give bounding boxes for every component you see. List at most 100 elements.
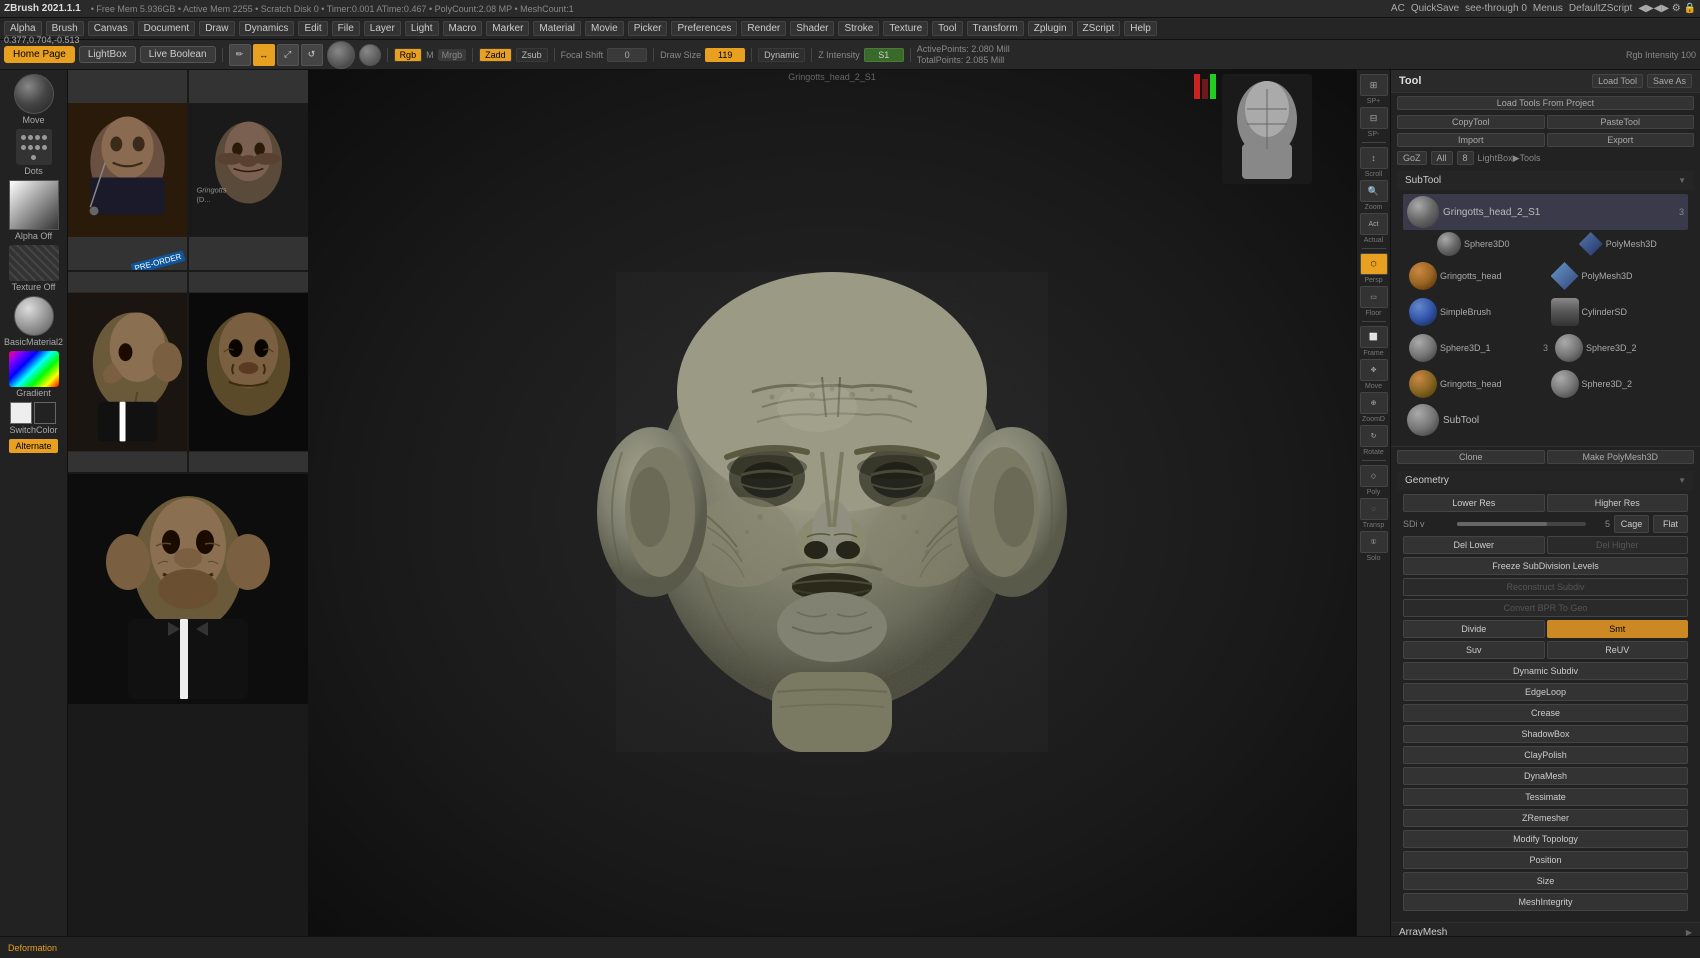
- freeze-subdiv-btn[interactable]: Freeze SubDivision Levels: [1403, 557, 1688, 575]
- export-btn[interactable]: Export: [1547, 133, 1695, 147]
- menu-texture[interactable]: Texture: [883, 21, 928, 36]
- thumb-goblin-profile[interactable]: [68, 272, 187, 472]
- subtool-sphere3d2[interactable]: Sphere3D_2: [1552, 332, 1685, 364]
- sp-plus-btn[interactable]: ⊞: [1360, 74, 1388, 96]
- rotate-icon-btn[interactable]: ↺: [301, 44, 323, 66]
- move-icon-btn[interactable]: ↔: [253, 44, 275, 66]
- menu-macro[interactable]: Macro: [443, 21, 483, 36]
- thumb-goblin-main[interactable]: PRE-ORDER: [68, 70, 187, 270]
- geometry-header[interactable]: Geometry ▼: [1397, 471, 1694, 490]
- move-nav-btn[interactable]: ✥: [1360, 359, 1388, 381]
- subtool-gringotts-head-2-s1[interactable]: Gringotts_head_2_S1 3: [1403, 194, 1688, 230]
- menu-material[interactable]: Material: [533, 21, 581, 36]
- subtool-polymesh3d[interactable]: PolyMesh3D: [1548, 260, 1686, 292]
- menu-transform[interactable]: Transform: [967, 21, 1024, 36]
- actual-btn[interactable]: Act: [1360, 213, 1388, 235]
- dots-tool[interactable]: Dots: [16, 129, 52, 176]
- move-tool[interactable]: Move: [14, 74, 54, 125]
- del-higher-btn[interactable]: Del Higher: [1547, 536, 1689, 554]
- suv-btn[interactable]: Suv: [1403, 641, 1545, 659]
- see-through-btn[interactable]: see-through 0: [1465, 3, 1527, 14]
- dynamesh-btn[interactable]: DynaMesh: [1403, 767, 1688, 785]
- size-btn[interactable]: Size: [1403, 872, 1688, 890]
- menu-dynamics[interactable]: Dynamics: [239, 21, 295, 36]
- alternate-btn[interactable]: Alternate: [9, 439, 57, 453]
- subtool-sphere3d1[interactable]: Sphere3D_1: [1406, 332, 1539, 364]
- zremesher-btn[interactable]: ZRemesher: [1403, 809, 1688, 827]
- draw-size-value[interactable]: 119: [705, 48, 745, 62]
- paste-tool-btn[interactable]: PasteTool: [1547, 115, 1695, 129]
- thumb-goblin-older[interactable]: [189, 272, 308, 472]
- menu-shader[interactable]: Shader: [790, 21, 834, 36]
- zoom-btn[interactable]: 🔍: [1360, 180, 1388, 202]
- flat-btn[interactable]: Flat: [1653, 515, 1688, 533]
- zadd-btn[interactable]: Zadd: [479, 48, 512, 62]
- claypolish-btn[interactable]: ClayPolish: [1403, 746, 1688, 764]
- visible-btn[interactable]: 8: [1457, 151, 1474, 165]
- menu-document[interactable]: Document: [138, 21, 196, 36]
- subtool-polymesh[interactable]: PolyMesh3D: [1576, 230, 1660, 258]
- sdiv-slider[interactable]: [1457, 522, 1586, 526]
- brush-name-label[interactable]: Mrgb: [438, 49, 467, 61]
- transp-btn[interactable]: ◌: [1360, 498, 1388, 520]
- menu-stroke[interactable]: Stroke: [838, 21, 879, 36]
- solo-btn[interactable]: ①: [1360, 531, 1388, 553]
- menu-movie[interactable]: Movie: [585, 21, 624, 36]
- lightbox-tools[interactable]: LightBox▶Tools: [1478, 153, 1541, 164]
- poly-btn[interactable]: ◇: [1360, 465, 1388, 487]
- subtool-gringotts-head[interactable]: Gringotts_head: [1406, 260, 1544, 292]
- menus-btn[interactable]: Menus: [1533, 3, 1563, 14]
- zsub-btn[interactable]: Zsub: [516, 48, 548, 62]
- brush-indicator[interactable]: [327, 41, 355, 69]
- mode-rgb-btn[interactable]: Rgb: [394, 48, 423, 62]
- shadowbox-btn[interactable]: ShadowBox: [1403, 725, 1688, 743]
- convert-bpr-btn[interactable]: Convert BPR To Geo: [1403, 599, 1688, 617]
- live-boolean-btn[interactable]: Live Boolean: [140, 46, 216, 63]
- gradient-tool[interactable]: Gradient: [9, 351, 59, 398]
- crease-btn[interactable]: Crease: [1403, 704, 1688, 722]
- subtool-pm3d-sphere3[interactable]: SubTool: [1403, 402, 1688, 438]
- save-as-btn[interactable]: Save As: [1647, 74, 1692, 88]
- menu-zscript[interactable]: ZScript: [1077, 21, 1121, 36]
- menu-help[interactable]: Help: [1124, 21, 1157, 36]
- menu-light[interactable]: Light: [405, 21, 439, 36]
- home-page-btn[interactable]: Home Page: [4, 46, 75, 63]
- reuv-btn[interactable]: ReUV: [1547, 641, 1689, 659]
- quicksave-btn[interactable]: QuickSave: [1411, 3, 1459, 14]
- menu-layer[interactable]: Layer: [364, 21, 401, 36]
- subtool-header[interactable]: SubTool ▼: [1397, 171, 1694, 190]
- higher-res-btn[interactable]: Higher Res: [1547, 494, 1689, 512]
- lightbox-btn[interactable]: LightBox: [79, 46, 136, 63]
- zoom3d-btn[interactable]: ⊕: [1360, 392, 1388, 414]
- subtool-cylinder[interactable]: CylinderSD: [1548, 296, 1686, 328]
- material-tool[interactable]: BasicMaterial2: [4, 296, 63, 347]
- thumb-goblin-face-dark[interactable]: Gringotts (D...: [189, 70, 308, 270]
- subtool-simple-brush[interactable]: SimpleBrush: [1406, 296, 1544, 328]
- menu-alpha[interactable]: Alpha: [4, 21, 42, 36]
- scale-icon-btn[interactable]: ⤢: [277, 44, 299, 66]
- menu-brush[interactable]: Brush: [46, 21, 84, 36]
- menu-marker[interactable]: Marker: [486, 21, 529, 36]
- texture-tool[interactable]: Texture Off: [9, 245, 59, 292]
- alpha-tool[interactable]: Alpha Off: [9, 180, 59, 241]
- viewport[interactable]: Gringotts_head_2_S1: [308, 70, 1356, 953]
- dynamic-subdiv-btn[interactable]: Dynamic Subdiv: [1403, 662, 1688, 680]
- dynamic-btn[interactable]: Dynamic: [758, 48, 805, 62]
- subtool-gringotts-head2[interactable]: Gringotts_head: [1406, 368, 1544, 400]
- goz-btn[interactable]: GoZ: [1397, 151, 1427, 165]
- del-lower-btn[interactable]: Del Lower: [1403, 536, 1545, 554]
- modify-topology-btn[interactable]: Modify Topology: [1403, 830, 1688, 848]
- menu-canvas[interactable]: Canvas: [88, 21, 134, 36]
- copy-tool-btn[interactable]: CopyTool: [1397, 115, 1545, 129]
- make-polymesh-btn[interactable]: Make PolyMesh3D: [1547, 450, 1695, 464]
- menu-preferences[interactable]: Preferences: [671, 21, 737, 36]
- persp-btn[interactable]: ⬡: [1360, 253, 1388, 275]
- all-btn[interactable]: All: [1431, 151, 1453, 165]
- menu-zplugin[interactable]: Zplugin: [1028, 21, 1073, 36]
- menu-tool[interactable]: Tool: [932, 21, 962, 36]
- sp-minus-btn[interactable]: ⊟: [1360, 107, 1388, 129]
- floor-btn[interactable]: ▭: [1360, 286, 1388, 308]
- scroll-btn[interactable]: ↕: [1360, 147, 1388, 169]
- thumb-goblin-full[interactable]: [68, 474, 308, 704]
- load-tool-btn[interactable]: Load Tool: [1592, 74, 1643, 88]
